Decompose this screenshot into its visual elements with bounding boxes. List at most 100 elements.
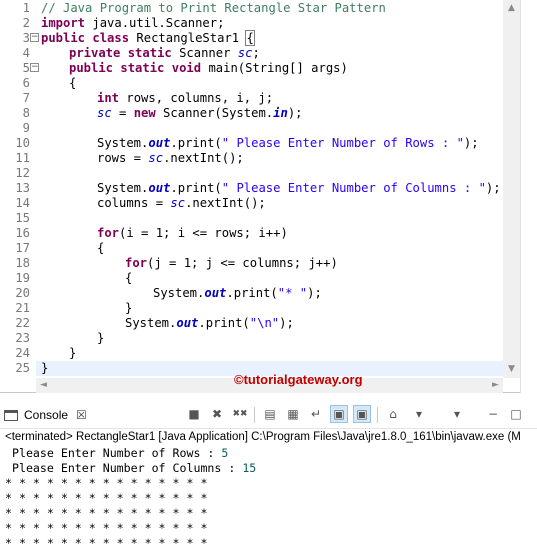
console-tab-label: Console (24, 408, 69, 422)
code-text: .print( (226, 286, 278, 300)
code-keyword: for (97, 226, 120, 240)
code-text: } (69, 346, 77, 360)
code-static-field: out (148, 136, 171, 150)
code-line-24: } (69, 346, 76, 361)
code-text: = (111, 106, 134, 120)
code-keyword: static (120, 61, 165, 75)
console-user-input: 5 (221, 446, 229, 460)
code-text: { (69, 76, 77, 90)
line-number: 11 (15, 151, 30, 165)
code-comment: // Java Program to Print Rectangle Star … (41, 1, 386, 15)
code-text: ); (287, 106, 303, 120)
code-line-14: columns = sc.nextInt(); (97, 196, 266, 211)
code-keyword: public (41, 31, 86, 45)
code-text: .print( (170, 181, 222, 195)
code-line-18: for(j = 1; j <= columns; j++) (125, 256, 338, 271)
code-text: rows = (97, 151, 149, 165)
line-number: 14 (15, 196, 30, 210)
line-number: 22 (15, 316, 30, 330)
console-icon (4, 409, 18, 421)
code-field: sc (170, 196, 186, 210)
code-keyword: new (133, 106, 156, 120)
code-text: .nextInt(); (163, 151, 244, 165)
code-line-19: { (125, 271, 132, 286)
toolbar-divider (254, 407, 255, 423)
code-keyword: void (171, 61, 202, 75)
maximize-icon[interactable]: □ (507, 405, 525, 423)
code-text: rows, columns, i, j; (119, 91, 274, 105)
console-prompt: Please Enter Number of Rows : (5, 446, 222, 460)
line-number: 20 (15, 286, 30, 300)
console-output-line: Please Enter Number of Rows : 5 (5, 446, 228, 461)
clear-console-icon[interactable]: ▤ (261, 405, 279, 423)
code-area[interactable]: // Java Program to Print Rectangle Star … (36, 0, 503, 378)
line-number: 21 (15, 301, 30, 315)
line-number: 12 (15, 166, 30, 180)
code-text: RectangleStar1 (129, 31, 247, 45)
toolbar-divider (377, 407, 378, 423)
show-on-stdout-icon[interactable]: ▣ (330, 405, 348, 423)
code-text: } (41, 361, 49, 375)
code-line-4: private static Scanner sc; (69, 46, 260, 61)
line-number: 16 (15, 226, 30, 240)
scroll-up-arrow-icon[interactable]: ▲ (503, 0, 520, 17)
display-selected-console-icon[interactable]: ▾ (407, 405, 431, 423)
tab-console[interactable]: Console ☒ (4, 405, 87, 425)
editor-vertical-scrollbar[interactable]: ▲ ▼ (503, 0, 520, 378)
code-editor[interactable]: 1 2 3 4 5 6 7 8 9 10 11 12 13 14 15 16 1… (0, 0, 537, 393)
code-line-22: System.out.print("\n"); (125, 316, 294, 331)
code-static-field: in (273, 106, 288, 120)
show-on-stderr-icon[interactable]: ▣ (353, 405, 371, 423)
stop-square-icon[interactable]: ■ (185, 405, 203, 423)
console-star-row: * * * * * * * * * * * * * * * (5, 536, 215, 546)
minimize-icon[interactable]: − (484, 405, 502, 423)
pin-console-icon[interactable]: ⌂ (384, 405, 402, 423)
code-text: { (97, 241, 105, 255)
code-static-field: out (176, 316, 199, 330)
console-star-row: * * * * * * * * * * * * * * * (5, 506, 215, 520)
code-keyword: public (69, 61, 114, 75)
code-keyword: int (97, 91, 120, 105)
overview-ruler (520, 0, 537, 393)
code-line-17: { (97, 241, 104, 256)
close-icon[interactable]: ☒ (76, 408, 87, 422)
code-string: "\n" (249, 316, 280, 330)
code-line-7: int rows, columns, i, j; (97, 91, 273, 106)
line-number: 23 (15, 331, 30, 345)
code-text: java.util.Scanner; (85, 16, 225, 30)
console-star-row: * * * * * * * * * * * * * * * (5, 476, 215, 490)
code-text: main(String[] args) (201, 61, 348, 75)
code-static-field: out (148, 181, 171, 195)
code-line-21: } (125, 301, 132, 316)
line-number: 7 (22, 91, 30, 105)
code-text: System. (97, 136, 149, 150)
word-wrap-icon[interactable]: ↵ (307, 405, 325, 423)
remove-launch-icon[interactable]: ✖ (208, 405, 226, 423)
line-number: 25 (15, 361, 30, 375)
console-toolbar: Console ☒ ■ ✖ ✖✖ ▤ ▦ ↵ ▣ ▣ ⌂ ▾ ▾ − □ (0, 399, 537, 429)
console-star-row: * * * * * * * * * * * * * * * (5, 491, 215, 505)
scroll-left-arrow-icon[interactable]: ◄ (36, 378, 51, 393)
code-text: columns = (97, 196, 171, 210)
scroll-down-arrow-icon[interactable]: ▼ (503, 361, 520, 378)
code-text: System. (153, 286, 205, 300)
line-number: 6 (22, 76, 30, 90)
line-number: 17 (15, 241, 30, 255)
console-user-input: 15 (242, 461, 257, 475)
code-text: } (125, 301, 133, 315)
code-field: sc (97, 106, 112, 120)
code-line-5: public static void main(String[] args) (69, 61, 348, 76)
scroll-lock-icon[interactable]: ▦ (284, 405, 302, 423)
line-number: 2 (22, 16, 30, 30)
open-console-icon[interactable]: ▾ (445, 405, 469, 423)
code-line-11: rows = sc.nextInt(); (97, 151, 244, 166)
scroll-right-arrow-icon[interactable]: ► (488, 378, 503, 393)
line-number: 4 (22, 46, 30, 60)
code-text: ); (279, 316, 294, 330)
code-text: { (125, 271, 133, 285)
code-line-23: } (97, 331, 104, 346)
code-line-20: System.out.print("* "); (153, 286, 322, 301)
code-field: sc (148, 151, 164, 165)
remove-all-terminated-icon[interactable]: ✖✖ (231, 405, 249, 423)
line-number: 15 (15, 211, 30, 225)
